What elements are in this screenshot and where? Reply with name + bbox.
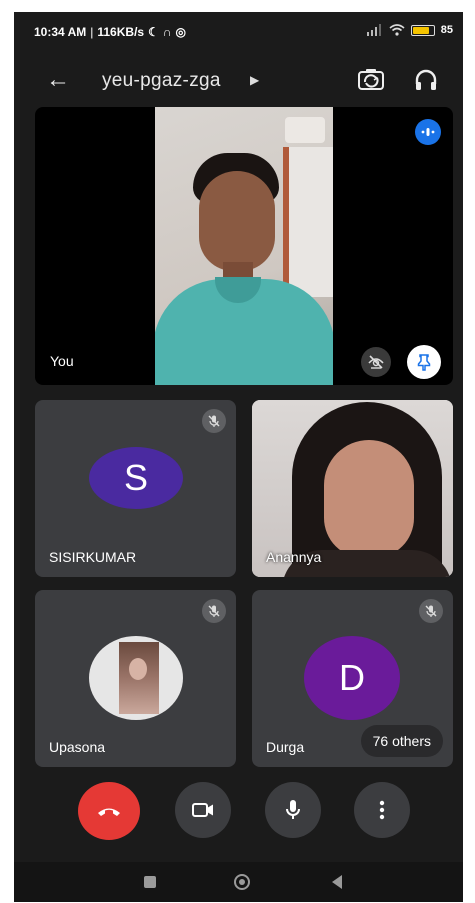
audio-level-icon: [421, 128, 435, 136]
status-left: 10:34 AM | 116KB/s ☾ ∩ ◎: [34, 25, 186, 39]
wall-hanging: [285, 117, 325, 143]
meeting-code[interactable]: yeu-pgaz-zga: [102, 70, 221, 92]
participant-avatar: D: [304, 636, 400, 720]
profile-photo-face: [129, 658, 147, 680]
meeting-details-arrow-icon[interactable]: ▶: [250, 73, 259, 87]
participant-mute-badge: [202, 599, 226, 623]
mic-off-icon: [208, 605, 220, 617]
call-controls: [14, 782, 463, 842]
status-separator: |: [90, 25, 94, 39]
back-button[interactable]: ←: [46, 66, 70, 94]
battery-level: [412, 26, 430, 34]
status-network-speed: 116KB/s: [97, 25, 145, 39]
headset-icon: ∩: [162, 25, 172, 39]
participant-name: Durga: [266, 739, 305, 755]
pin-icon: [417, 354, 431, 371]
home-button-dot: [239, 879, 245, 885]
participant-profile-photo: [89, 636, 183, 720]
system-nav-bar: [14, 862, 463, 902]
signal-icon: [366, 24, 381, 36]
camera-switch-icon: [358, 69, 384, 90]
home-button[interactable]: [234, 874, 250, 890]
participant-mute-badge: [419, 599, 443, 623]
moon-icon: ☾: [148, 25, 159, 39]
video-camera-icon: [192, 803, 213, 817]
battery-percent: 85: [440, 24, 453, 36]
participant-name: SISIRKUMAR: [49, 549, 137, 565]
eye-off-icon: [368, 355, 384, 369]
participant-mute-badge: [202, 409, 226, 433]
video-toggle-button[interactable]: [175, 782, 231, 838]
switch-camera-button[interactable]: [356, 66, 386, 94]
active-speaker-indicator: [415, 119, 441, 145]
participant-tile-anannya[interactable]: Anannya: [252, 400, 453, 577]
participant-name: Upasona: [49, 739, 106, 755]
wifi-icon: [389, 24, 405, 36]
pin-button[interactable]: [407, 345, 441, 379]
status-right: 85: [366, 24, 453, 36]
whatsapp-icon: ◎: [175, 25, 186, 39]
end-call-button[interactable]: [78, 782, 140, 840]
window-frame: [283, 147, 333, 297]
more-vertical-icon: [379, 800, 385, 820]
participant-tile-upasona[interactable]: Upasona: [35, 590, 236, 767]
headphones-icon: [415, 69, 437, 90]
status-time: 10:34 AM: [34, 25, 87, 39]
self-tile-label: You: [50, 353, 74, 369]
audio-output-button[interactable]: [412, 66, 440, 94]
phone-screen: 10:34 AM | 116KB/s ☾ ∩ ◎ 85 ← yeu-pgaz-z…: [14, 12, 463, 902]
mic-toggle-button[interactable]: [265, 782, 321, 838]
self-video-tile[interactable]: You: [35, 107, 453, 385]
mic-off-icon: [208, 415, 220, 427]
self-video-feed: [155, 107, 333, 385]
effects-button[interactable]: [361, 347, 391, 377]
participant-avatar: S: [89, 447, 183, 509]
status-bar: 10:34 AM | 116KB/s ☾ ∩ ◎ 85: [14, 12, 463, 52]
meeting-top-bar: ← yeu-pgaz-zga ▶: [14, 64, 463, 100]
participant-tile-sisirkumar[interactable]: S SISIRKUMAR: [35, 400, 236, 577]
others-count-pill[interactable]: 76 others: [360, 725, 443, 757]
person-face: [199, 171, 275, 271]
phone-hangup-icon: [98, 808, 120, 816]
microphone-icon: [286, 800, 300, 819]
battery-icon: [410, 24, 435, 36]
arrow-left-icon: ←: [46, 66, 70, 93]
participant-name: Anannya: [266, 549, 322, 565]
recents-button[interactable]: [144, 876, 156, 888]
back-nav-button[interactable]: [332, 875, 342, 889]
anannya-face: [324, 440, 414, 558]
participant-tile-durga[interactable]: D Durga 76 others: [252, 590, 453, 767]
mic-off-icon: [425, 605, 437, 617]
more-options-button[interactable]: [354, 782, 410, 838]
